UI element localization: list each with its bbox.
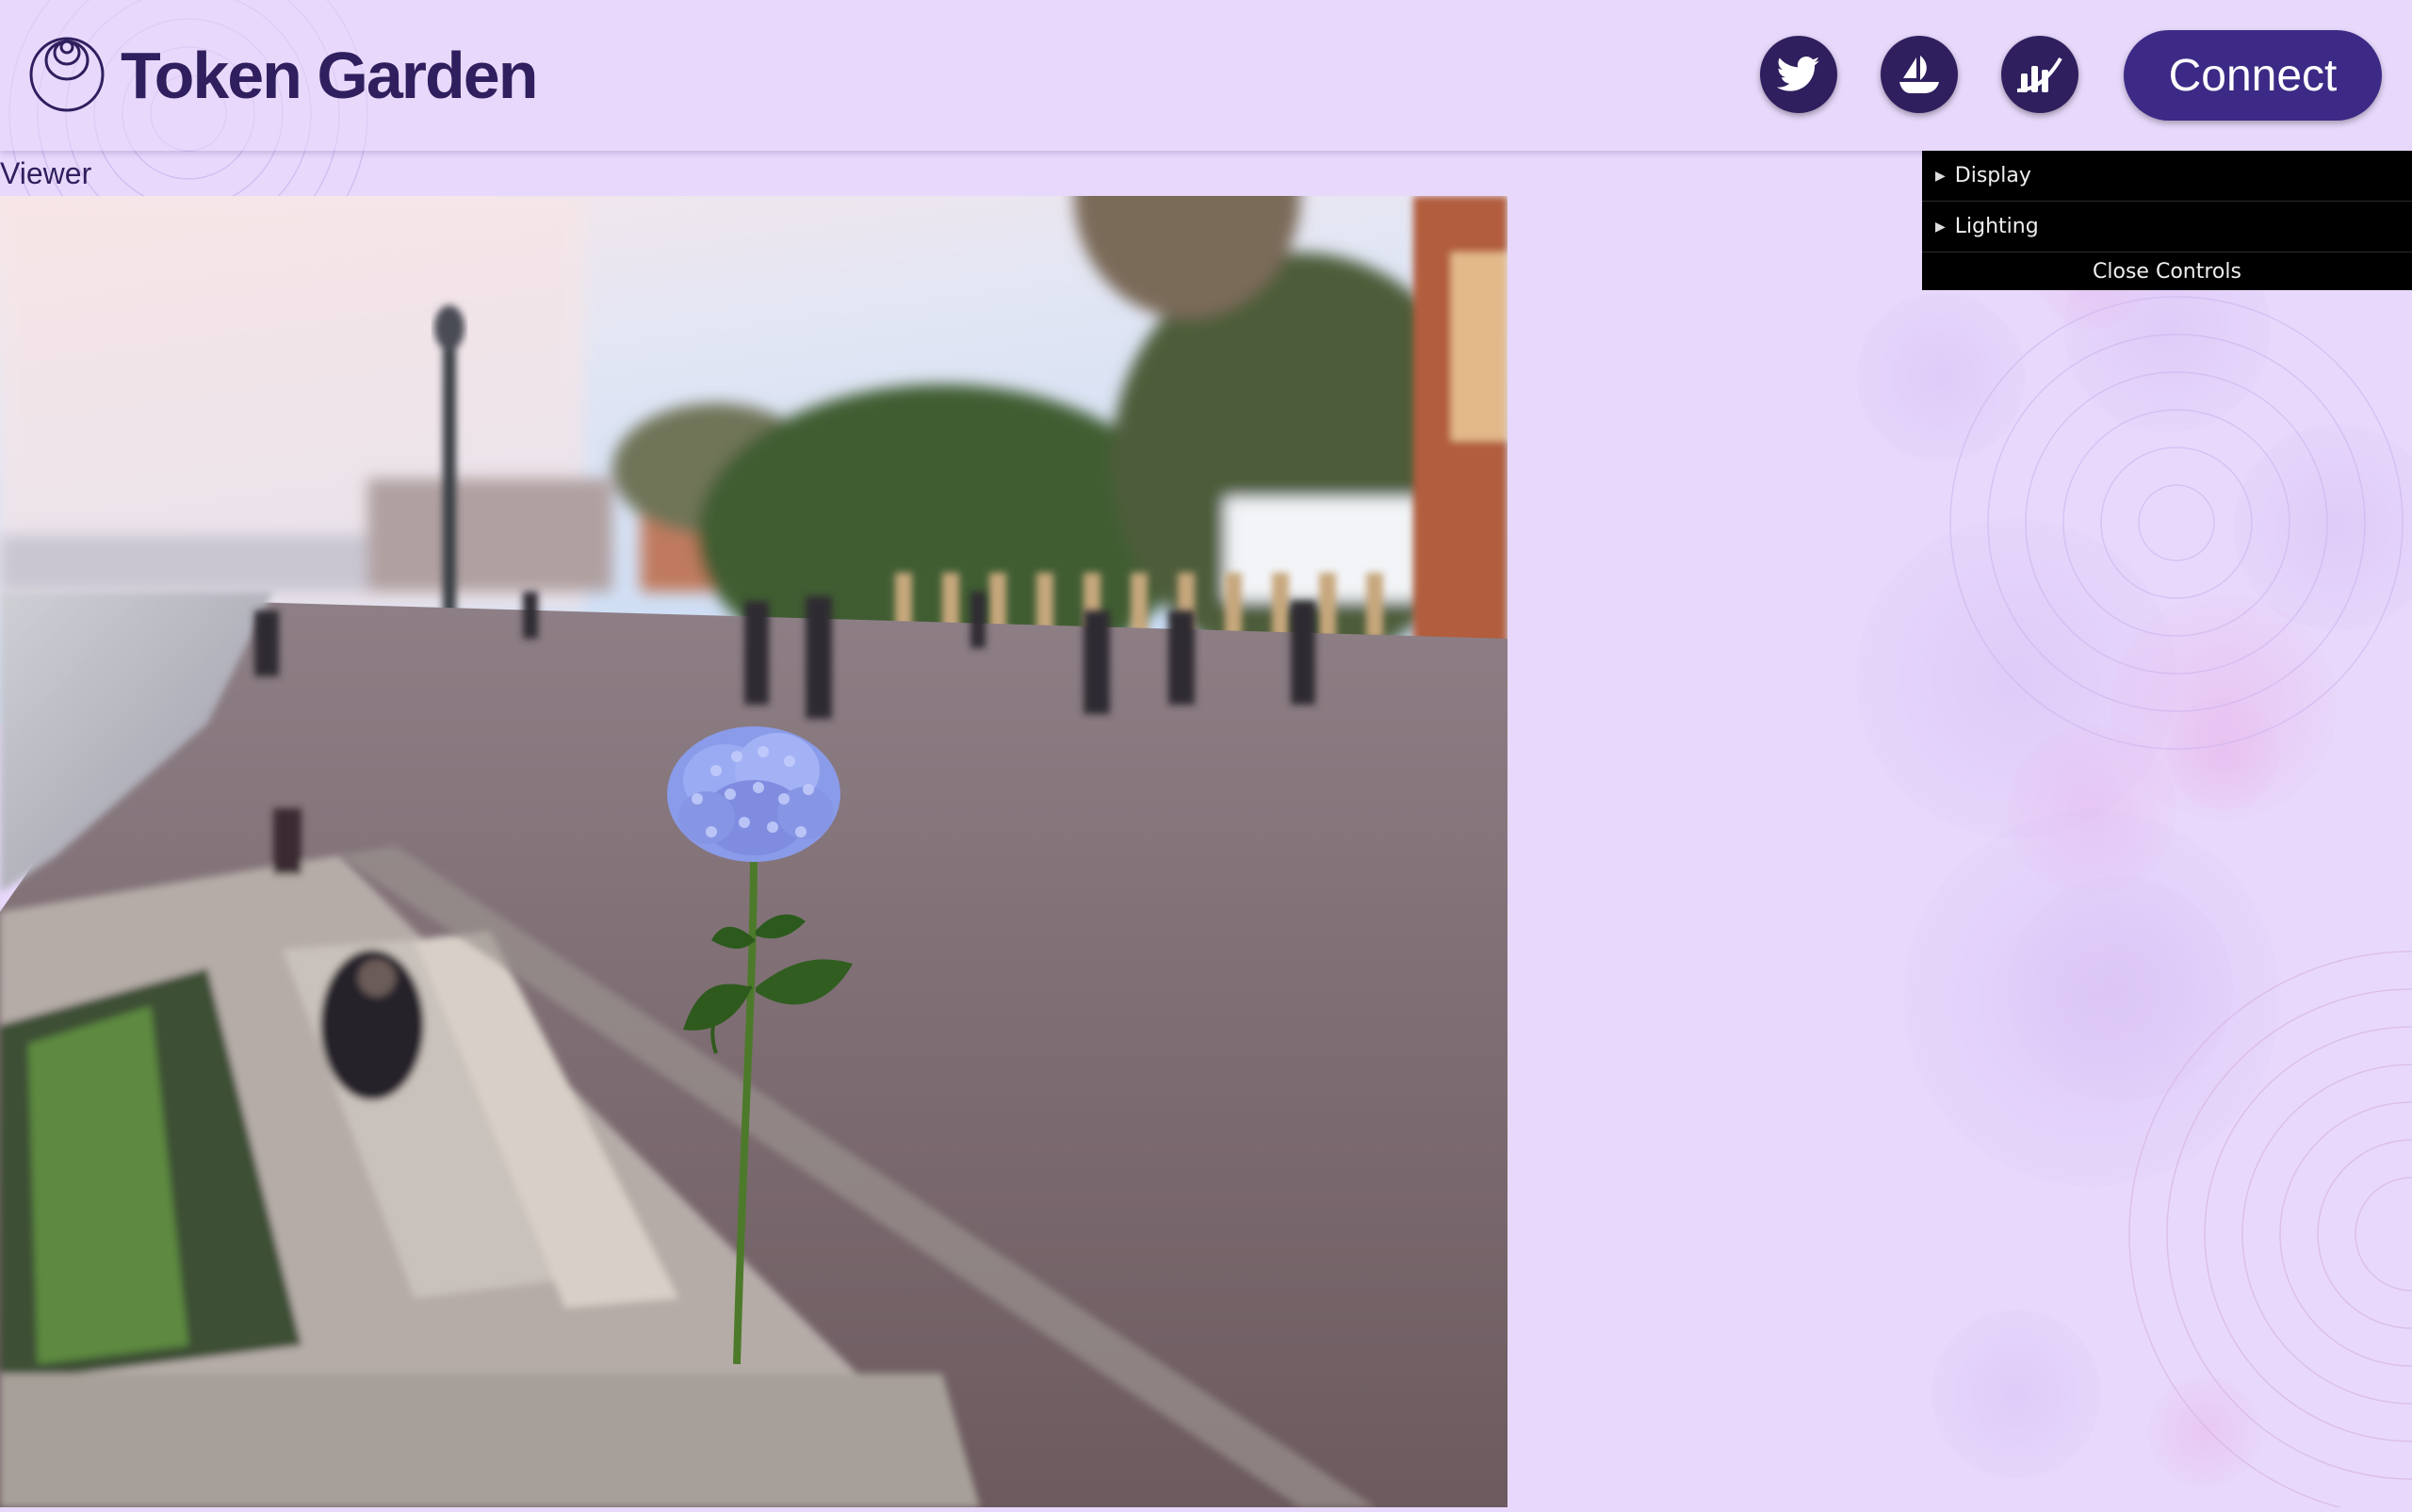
opensea-button[interactable]: [1881, 36, 1958, 113]
top-header: Token Garden Connect: [0, 0, 2412, 151]
lighting-folder[interactable]: ▶ Lighting: [1922, 202, 2412, 252]
close-controls-button[interactable]: Close Controls: [1922, 252, 2412, 290]
chart-button[interactable]: [2001, 36, 2078, 113]
brand-title[interactable]: Token Garden: [121, 32, 538, 119]
viewer-label: Viewer: [0, 156, 92, 190]
chart-icon: [2016, 57, 2062, 92]
connect-button[interactable]: Connect: [2124, 30, 2382, 121]
triangle-right-icon: ▶: [1935, 168, 1946, 184]
token-garden-logo-icon[interactable]: [28, 36, 106, 113]
controls-panel: ▶ Display ▶ Lighting Close Controls: [1922, 151, 2412, 290]
twitter-button[interactable]: [1760, 36, 1837, 113]
display-folder[interactable]: ▶ Display: [1922, 151, 2412, 202]
hydrangea-flower-icon[interactable]: [622, 705, 876, 1383]
display-folder-label: Display: [1954, 164, 2031, 187]
triangle-right-icon: ▶: [1935, 219, 1946, 235]
opensea-icon: [1899, 56, 1939, 93]
viewer-canvas[interactable]: [0, 196, 1508, 1507]
twitter-icon: [1777, 57, 1820, 91]
lighting-folder-label: Lighting: [1954, 215, 2039, 238]
